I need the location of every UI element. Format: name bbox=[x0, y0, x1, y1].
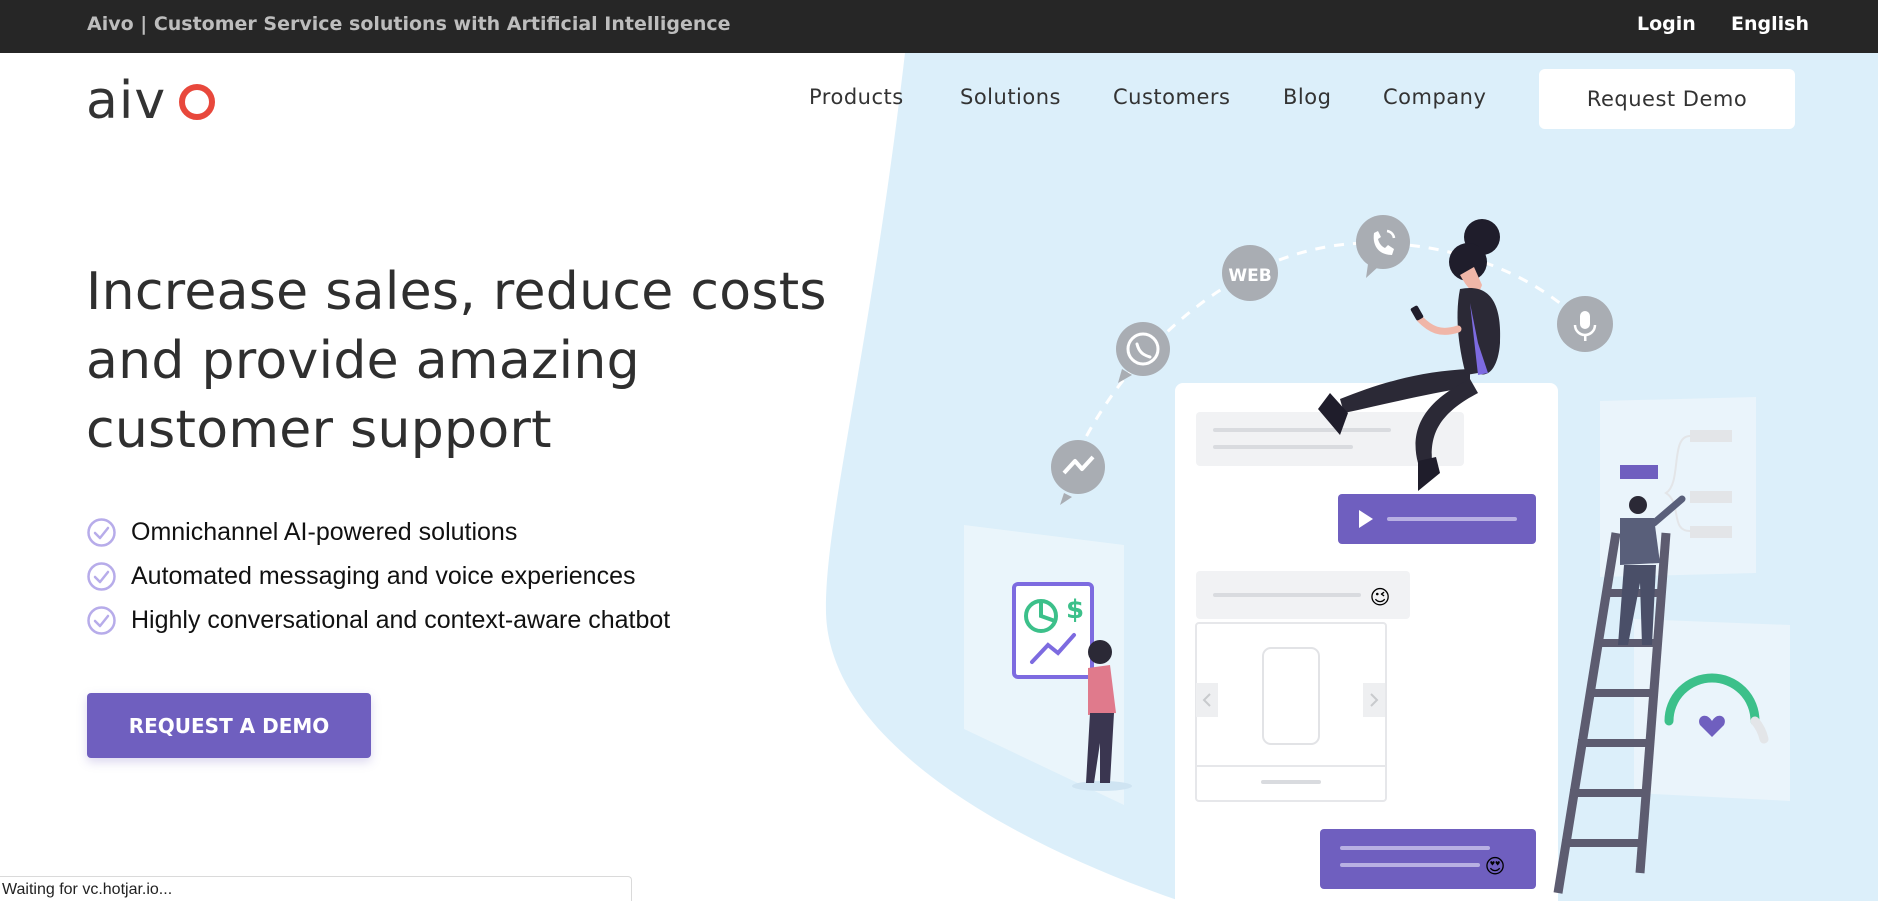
messenger-icon bbox=[1051, 440, 1105, 505]
check-circle-icon bbox=[87, 517, 116, 547]
request-a-demo-button[interactable]: REQUEST A DEMO bbox=[87, 693, 371, 758]
site-tagline: Aivo | Customer Service solutions with A… bbox=[87, 13, 731, 35]
feature-list: Omnichannel AI-powered solutions Automat… bbox=[86, 510, 670, 642]
feature-text: Omnichannel AI-powered solutions bbox=[131, 517, 518, 546]
nav-customers[interactable]: Customers bbox=[1113, 85, 1230, 109]
whatsapp-icon bbox=[1116, 322, 1170, 383]
web-badge-label: WEB bbox=[1228, 266, 1271, 286]
phone-call-icon bbox=[1356, 215, 1410, 278]
dollar-sign: $ bbox=[1066, 595, 1084, 625]
hero-title-line: Increase sales, reduce costs bbox=[86, 262, 827, 322]
wink-emoji: 😉 bbox=[1370, 587, 1391, 609]
feature-text: Highly conversational and context-aware … bbox=[131, 605, 671, 634]
nav-products[interactable]: Products bbox=[809, 85, 904, 109]
nav-company[interactable]: Company bbox=[1383, 85, 1486, 109]
top-bar: Aivo | Customer Service solutions with A… bbox=[0, 0, 1878, 53]
check-circle-icon bbox=[87, 605, 116, 635]
feature-item: Automated messaging and voice experience… bbox=[86, 554, 670, 598]
feature-item: Highly conversational and context-aware … bbox=[86, 598, 670, 642]
hero-title-line: and provide amazing bbox=[86, 331, 640, 391]
request-demo-button[interactable]: Request Demo bbox=[1539, 69, 1795, 129]
check-circle-icon bbox=[87, 561, 116, 591]
microphone-icon bbox=[1557, 296, 1613, 352]
svg-text:aiv: aiv bbox=[86, 71, 166, 130]
hero-title-line: customer support bbox=[86, 400, 552, 460]
hero-illustration: WEB 😉 😍 $ bbox=[964, 215, 1790, 901]
hero-title: Increase sales, reduce costs and provide… bbox=[86, 258, 846, 465]
nav-solutions[interactable]: Solutions bbox=[960, 85, 1061, 109]
language-selector[interactable]: English bbox=[1731, 13, 1809, 35]
feature-text: Automated messaging and voice experience… bbox=[131, 561, 636, 590]
feature-item: Omnichannel AI-powered solutions bbox=[86, 510, 670, 554]
browser-status-bar: Waiting for vc.hotjar.io... bbox=[0, 876, 632, 901]
aivo-logo[interactable]: aiv bbox=[86, 70, 226, 130]
heart-eyes-emoji: 😍 bbox=[1485, 856, 1506, 878]
login-link[interactable]: Login bbox=[1637, 13, 1696, 35]
nav-blog[interactable]: Blog bbox=[1283, 85, 1331, 109]
